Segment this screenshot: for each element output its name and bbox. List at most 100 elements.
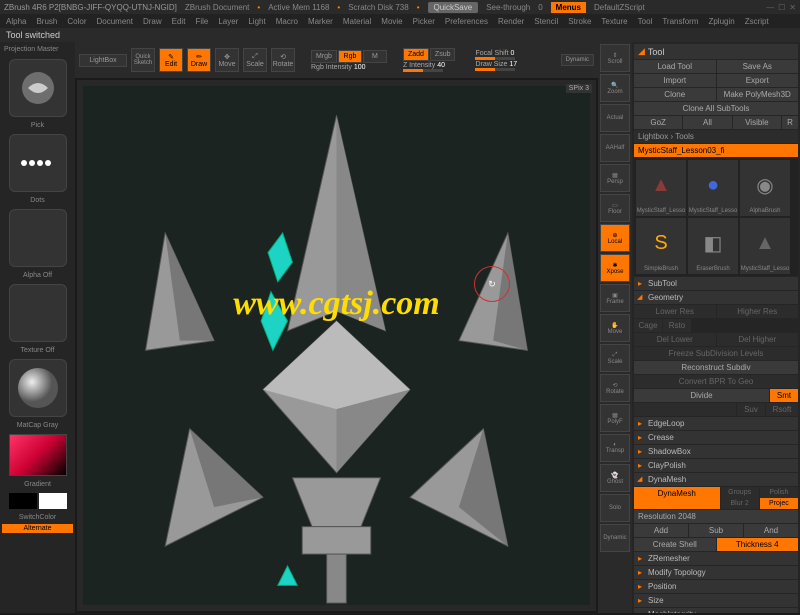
goz-button[interactable]: GoZ [634,116,682,129]
projection-master-button[interactable]: Projection Master [2,44,73,55]
menu-zplugin[interactable]: Zplugin [708,17,734,26]
material-thumb[interactable] [9,359,67,417]
reconstruct-subdiv-button[interactable]: Reconstruct Subdiv [634,361,798,374]
frame-button[interactable]: ▣Frame [600,284,630,312]
menu-light[interactable]: Light [248,17,265,26]
seethrough-value[interactable]: 0 [538,3,542,12]
tool-thumb-3[interactable]: ◧EraserBrush [688,218,738,274]
spix-label[interactable]: SPix 3 [566,84,592,93]
freeze-subdiv-button[interactable]: Freeze SubDivision Levels [634,347,798,360]
current-tool-name[interactable]: MysticStaff_Lesson03_fi [634,144,798,157]
dynamesh-button[interactable]: DynaMesh [634,487,720,509]
groups-button[interactable]: Groups [721,487,759,498]
move-button[interactable]: ✥Move [215,48,239,72]
menu-marker[interactable]: Marker [308,17,333,26]
thickness-slider[interactable]: Thickness 4 [717,538,799,551]
edit-button[interactable]: ✎Edit [159,48,183,72]
brush-thumb[interactable] [9,59,67,117]
rgb-intensity-slider[interactable]: Rgb Intensity 100 [311,64,387,71]
tool-thumb-0[interactable]: ▲MysticStaff_Lesso [636,160,686,216]
tool-thumb-2[interactable]: SSimpleBrush [636,218,686,274]
clone-button[interactable]: Clone [634,88,716,101]
meshintegrity-section[interactable]: MeshIntegrity [634,608,798,613]
menu-material[interactable]: Material [343,17,371,26]
rgb-button[interactable]: Rgb [338,50,362,63]
menu-brush[interactable]: Brush [36,17,57,26]
m-button[interactable]: M [363,50,387,63]
rsoft-button[interactable]: Rsoft [766,403,798,416]
load-tool-button[interactable]: Load Tool [634,60,716,73]
scale-nav-button[interactable]: ⤢Scale [600,344,630,372]
draw-size-slider[interactable]: Draw Size 17 [475,61,517,71]
maximize-icon[interactable]: ☐ [778,3,785,12]
viewport[interactable]: www.cgtsj.com ↻ SPix 3 [77,80,596,611]
zsub-button[interactable]: Zsub [430,48,456,61]
gradient-label[interactable]: Gradient [2,480,73,489]
close-icon[interactable]: ✕ [789,3,796,12]
menu-document[interactable]: Document [97,17,133,26]
modify-topology-section[interactable]: Modify Topology [634,566,798,579]
menu-preferences[interactable]: Preferences [445,17,488,26]
size-section[interactable]: Size [634,594,798,607]
zadd-button[interactable]: Zadd [403,48,429,61]
aahalf-button[interactable]: AAHalf [600,134,630,162]
floor-button[interactable]: ▭Floor [600,194,630,222]
switchcolor-button[interactable]: SwitchColor [2,513,73,522]
menu-macro[interactable]: Macro [276,17,298,26]
divide-button[interactable]: Divide [634,389,769,402]
persp-button[interactable]: ▦Persp [600,164,630,192]
clone-all-button[interactable]: Clone All SubTools [634,102,798,115]
polyf-button[interactable]: ▦PolyF [600,404,630,432]
sub-button[interactable]: Sub [689,524,743,537]
edgeloop-section[interactable]: EdgeLoop [634,417,798,430]
dynamic-button[interactable]: Dynamic [561,54,594,66]
menu-transform[interactable]: Transform [662,17,698,26]
resolution-slider[interactable]: Resolution 2048 [634,510,798,523]
lightbox-button[interactable]: LightBox [79,54,127,67]
shadowbox-section[interactable]: ShadowBox [634,445,798,458]
solo-button[interactable]: Solo [600,494,630,522]
menu-tool[interactable]: Tool [638,17,653,26]
and-button[interactable]: And [744,524,798,537]
lower-res-button[interactable]: Lower Res [634,305,716,318]
secondary-color-swatch[interactable] [39,493,67,509]
claypolish-section[interactable]: ClayPolish [634,459,798,472]
menu-zscript[interactable]: Zscript [745,17,769,26]
menu-file[interactable]: File [195,17,208,26]
lightbox-tools-link[interactable]: Lightbox › Tools [634,130,798,143]
tool-header[interactable]: ◢Tool [634,44,798,59]
focal-shift-slider[interactable]: Focal Shift 0 [475,50,517,60]
project-button[interactable]: Projec [760,498,798,509]
quicksave-button[interactable]: QuickSave [428,2,479,13]
make-polymesh-button[interactable]: Make PolyMesh3D [717,88,799,101]
menu-movie[interactable]: Movie [381,17,402,26]
blur-slider[interactable]: Blur 2 [721,498,759,509]
stroke-thumb[interactable] [9,134,67,192]
menu-alpha[interactable]: Alpha [6,17,26,26]
create-shell-button[interactable]: Create Shell [634,538,716,551]
alpha-thumb[interactable] [9,209,67,267]
quicksketch-button[interactable]: Quick Sketch [131,48,155,72]
minimize-icon[interactable]: — [766,3,774,12]
texture-thumb[interactable] [9,284,67,342]
zoom-button[interactable]: 🔍Zoom [600,74,630,102]
rotate-nav-button[interactable]: ⟲Rotate [600,374,630,402]
dynamic-nav-button[interactable]: Dynamic [600,524,630,552]
local-button[interactable]: ⊕Local [600,224,630,252]
geometry-section[interactable]: Geometry [634,291,798,304]
rotate-button[interactable]: ⟲Rotate [271,48,295,72]
menu-edit[interactable]: Edit [172,17,186,26]
subtool-section[interactable]: SubTool [634,277,798,290]
goz-r-button[interactable]: R [782,116,798,129]
menu-color[interactable]: Color [67,17,86,26]
rsto-button[interactable]: Rsto [663,319,691,332]
main-color-swatch[interactable] [9,493,37,509]
color-picker[interactable] [9,434,67,476]
convert-bpr-button[interactable]: Convert BPR To Geo [634,375,798,388]
suv-button[interactable]: Suv [737,403,765,416]
cage-button[interactable]: Cage [634,319,662,332]
menu-stroke[interactable]: Stroke [568,17,591,26]
actual-button[interactable]: Actual [600,104,630,132]
polish-button[interactable]: Polish [760,487,798,498]
ghost-button[interactable]: 👻Ghost [600,464,630,492]
